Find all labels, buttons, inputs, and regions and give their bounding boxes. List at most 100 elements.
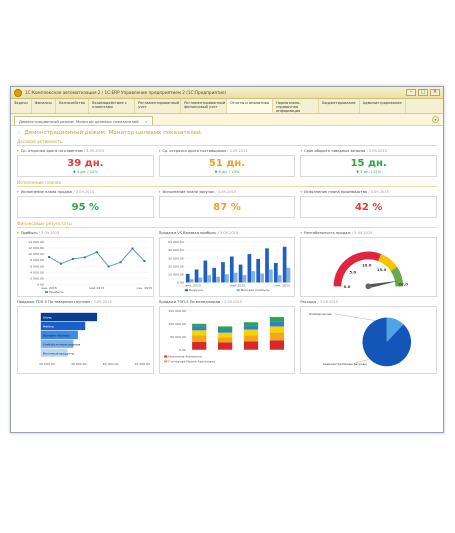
kpi-inventory-turnover: ▾ Срок оборота товарных запасов / 3.09.20…: [300, 149, 438, 177]
y-tick-label: 20 000.00: [168, 264, 184, 268]
profit-chart-box[interactable]: 14 000.00 12 000.00 10 000.00 8 000.00 6 000…: [17, 237, 154, 297]
expenses-chart-panel: Расходы / 3.09.2015 Коммерческие Админист…: [300, 300, 438, 374]
profit-point: [83, 256, 86, 259]
manager-segment: [243, 329, 258, 336]
minimize-button[interactable]: –: [406, 89, 416, 96]
section-treasury[interactable]: Казначейство: [56, 99, 90, 113]
section-financial[interactable]: Регламентированный финансовый учет: [181, 99, 228, 113]
collapse-arrow-icon[interactable]: ▾: [300, 149, 302, 153]
gross-profit-bar: [277, 275, 282, 283]
kpi-client-debt: ▾ Ср. отсрочка долга по клиентам / 3.09.2…: [17, 149, 154, 177]
collapse-arrow-icon[interactable]: ▾: [159, 190, 161, 194]
chart-date: / 3.09.2015: [221, 300, 243, 304]
sections-panel: Задачи Финансы Казначейство Взаимодейств…: [11, 99, 443, 114]
section-nsi[interactable]: Нормативно-справочная информация: [273, 99, 320, 113]
section-crm[interactable]: Взаимодействие с клиентами: [89, 99, 136, 113]
legend-label: Выручка: [189, 288, 203, 292]
sales-managers-chart-box[interactable]: 150 000.00 100 000.00 50 000.00 0.00 Максимо…: [158, 306, 296, 374]
gauge-needle: [368, 280, 400, 289]
collapse-arrow-icon[interactable]: ▾: [300, 231, 302, 235]
group-label: Хлебобулочные изделия: [43, 343, 81, 347]
kpi-date: / 3.09.2015: [215, 190, 237, 194]
revenue-bar: [185, 273, 190, 283]
section-budget[interactable]: Бюджетирование: [319, 99, 360, 113]
profitability-gauge: 0.0 5.0 10.0 15.0 20,0: [333, 251, 409, 290]
expenses-chart-box[interactable]: Коммерческие Административные расходы: [300, 306, 438, 374]
chart-label: Продажи VS Валовая прибыль: [158, 231, 217, 235]
y-tick-label: 50 000.00: [168, 240, 184, 244]
chart-label: Продажи ТОП-5 По менеджерам: [158, 300, 221, 304]
kpi-date: / 3.09.2015: [83, 149, 105, 153]
kpi-purchase-plan: ▾ Исполнение плана закупок / 3.09.2015 87…: [158, 190, 296, 218]
gauge-chart-box[interactable]: 0.0 5.0 10.0 15.0 20,0: [300, 237, 438, 297]
kpi-card[interactable]: 51 дн. ▼ 6 дн. / 13%: [158, 155, 296, 177]
close-button[interactable]: ×: [430, 89, 440, 96]
y-tick-label: 14 000.00: [28, 240, 44, 244]
section-label: Отчеты и аналитика: [230, 101, 270, 105]
gross-profit-bar: [207, 275, 211, 283]
section-regulated[interactable]: Регламентированный учет: [135, 99, 182, 113]
section-admin[interactable]: Администрирование: [360, 99, 406, 113]
revenue-bar: [282, 246, 287, 283]
manager-segment: [191, 326, 207, 331]
section-label: Бюджетирование: [322, 101, 356, 105]
revenue-bar: [238, 264, 243, 283]
section-tasks[interactable]: Задачи: [11, 99, 32, 113]
kpi-label-row: ▾ Исполнение плана продаж / 3.09.2015: [17, 190, 154, 195]
maximize-button[interactable]: □: [418, 89, 428, 96]
kpi-supplier-debt: ▾ Ср. отсрочка долга поставщикам / 3.09.2…: [158, 149, 296, 177]
kpi-label: Ср. отсрочка долга по клиентам: [20, 149, 83, 153]
sales-groups-chart-box[interactable]: Обувь Мебель Бытовая техника Хлебобулочные …: [17, 306, 154, 374]
kpi-date: / 3.09.2015: [366, 149, 388, 153]
revenue-bar: [220, 262, 225, 283]
manager-segment: [269, 321, 284, 327]
profit-line-chart: 14 000.00 12 000.00 10 000.00 8 000.00 6 000…: [28, 240, 152, 294]
kpi-card[interactable]: 95 %: [17, 196, 154, 218]
y-tick-label: 2 000.00: [30, 277, 44, 281]
more-icon[interactable]: ▾: [432, 116, 439, 123]
y-tick-label: 4 000.00: [30, 271, 44, 275]
legend-label: Гончарова Ирина Архиповна: [168, 359, 215, 363]
section-label: Финансы: [34, 101, 52, 105]
sales-chart-box[interactable]: 50 000.00 40 000.00 30 000.00 20 000.00 10 0…: [158, 237, 296, 297]
tab-monitor[interactable]: Демонстрационный режим: Монитор целевых …: [14, 116, 153, 125]
plans-row: ▾ Исполнение плана продаж / 3.09.2015 95 …: [17, 190, 438, 218]
revenue-bar: [247, 254, 251, 283]
gross-profit-bar: [251, 271, 255, 283]
y-tick-label: 8 000.00: [30, 258, 44, 262]
kpi-card[interactable]: 87 %: [158, 196, 296, 218]
gauge-tick-label: 5.0: [350, 269, 357, 274]
revenue-bar: [211, 267, 216, 283]
sales-managers-chart-panel: Продажи ТОП-5 По менеджерам / 3.09.2015 …: [158, 300, 296, 374]
y-tick-label: 40 000.00: [168, 248, 184, 252]
kpi-card[interactable]: 42 %: [300, 196, 438, 218]
y-tick-label: 10 000.00: [28, 252, 44, 256]
manager-segment: [269, 326, 284, 333]
section-label: Задачи: [14, 101, 28, 105]
section-finance[interactable]: Финансы: [32, 99, 56, 113]
manager-segment: [269, 317, 284, 322]
collapse-arrow-icon[interactable]: ▾: [17, 190, 19, 194]
y-tick-label: 12 000.00: [28, 246, 44, 250]
collapse-arrow-icon[interactable]: ▾: [17, 149, 19, 153]
kpi-card[interactable]: 39 дн. ▼ 4 дн. / 10%: [17, 155, 154, 177]
section-financial-results-title: Финансовые результаты: [17, 221, 437, 228]
favorite-star-icon[interactable]: ☆: [17, 130, 21, 136]
profitability-chart-panel: ▾ Рентабельность продаж / 3.09.2015 0.0 5.…: [300, 231, 438, 297]
collapse-arrow-icon[interactable]: ▾: [300, 190, 302, 194]
chart-date: / 3.09.2015: [217, 231, 239, 235]
tab-label: Демонстрационный режим: Монитор целевых …: [19, 118, 139, 124]
section-label: Нормативно-справочная информация: [276, 101, 301, 113]
collapse-arrow-icon[interactable]: ▾: [159, 149, 161, 153]
manager-segment: [269, 332, 284, 341]
tab-close-icon[interactable]: ×: [145, 119, 148, 124]
collapse-arrow-icon[interactable]: ▾: [17, 231, 19, 235]
x-tick-label: сен. 2015: [274, 283, 290, 287]
kpi-date: / 3.09.2015: [368, 190, 389, 194]
kpi-label-row: ▾ Исполнение плана производства / 3.09.20…: [300, 190, 437, 195]
kpi-card[interactable]: 15 дн. ▼ 3 дн. / 21%: [300, 155, 438, 177]
section-reports[interactable]: Отчеты и аналитика: [227, 99, 274, 113]
manager-segment: [217, 337, 232, 343]
chart-label-row: Продажи ТОП-5 По менеджерам / 3.09.2015: [159, 300, 296, 305]
legend-label: Валовая прибыль: [240, 288, 269, 292]
